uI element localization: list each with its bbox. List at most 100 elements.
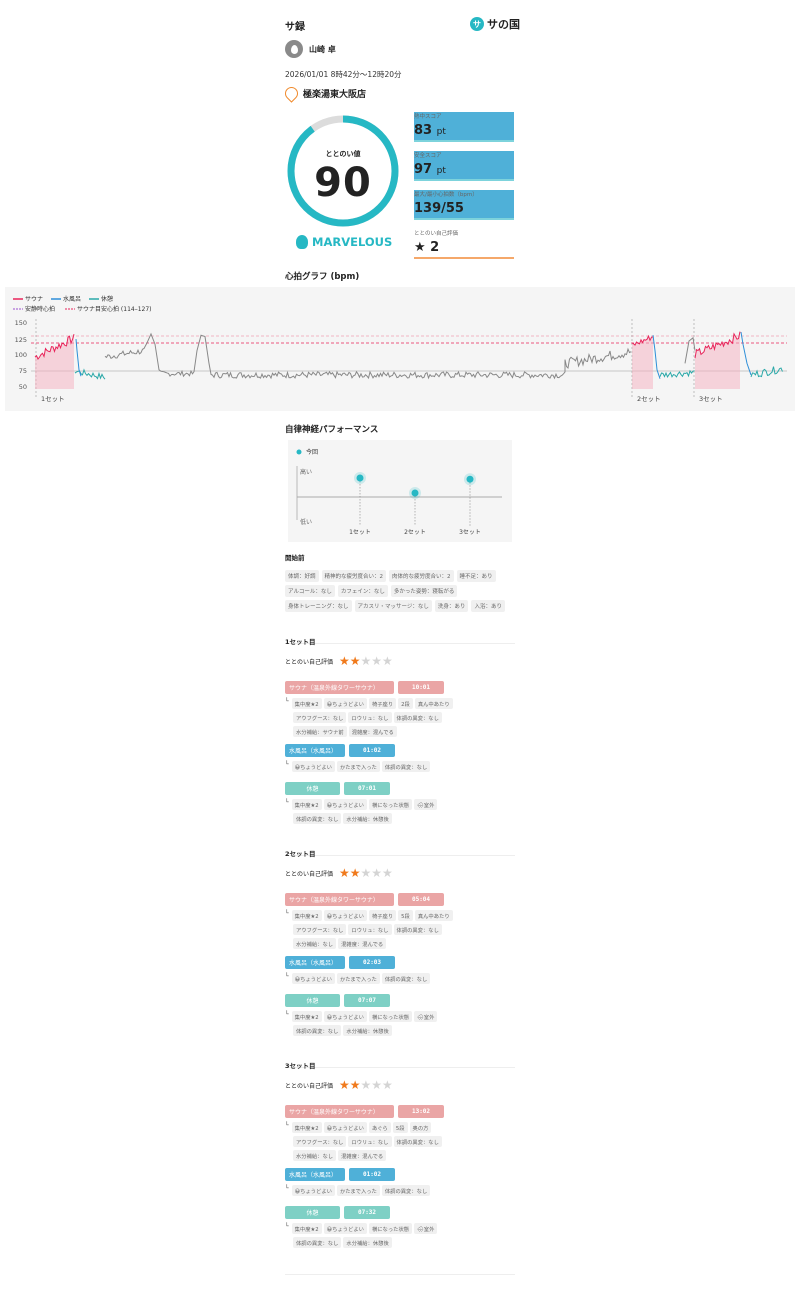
- condition-chip: 多かった姿勢：寝転がる: [390, 585, 458, 597]
- detail-chip: 😀ちょうどよい: [323, 1122, 367, 1133]
- score-self-rating: ととのい自己評価 ★ 2: [414, 229, 514, 259]
- set-label: 1セット: [41, 395, 65, 403]
- branch-icon: └: [285, 1122, 289, 1129]
- detail-chip: アウフグース：なし: [293, 924, 347, 935]
- sauna-time: 05:04: [398, 893, 444, 906]
- detail-chip: 😀ちょうどよい: [323, 1011, 367, 1022]
- anp-title: 自律神経パフォーマンス: [285, 425, 379, 435]
- brand-name: サの国: [487, 18, 520, 31]
- location-pin-icon: [282, 84, 301, 103]
- water-tag[interactable]: 水風呂（水風呂）: [285, 744, 345, 757]
- detail-chip: 体調の異変：なし: [293, 813, 342, 824]
- rest-time: 07:01: [344, 782, 390, 795]
- detail-chip: 体調の異変：なし: [393, 1136, 442, 1147]
- activity-details: └ 集中度★2 😀ちょうどよい 椅子座り 2段 真ん中あたり アウフグース：なし ロウリュ：な…: [285, 698, 517, 740]
- star-rating: ★★★★★: [339, 654, 393, 668]
- y-tick: 75: [19, 367, 27, 375]
- detail-chip: アウフグース：なし: [293, 1136, 347, 1147]
- detail-chip: 😀ちょうどよい: [291, 761, 335, 772]
- detail-chip: 2段: [398, 698, 413, 709]
- water-tag[interactable]: 水風呂（水風呂）: [285, 956, 345, 969]
- detail-chip: 体調の異変：なし: [293, 1237, 342, 1248]
- score-netchu: 熱中スコア 83 pt: [414, 112, 514, 142]
- set-title: 1セット目: [285, 638, 316, 646]
- score-value: ★ 2: [414, 240, 440, 255]
- detail-chip: 😀ちょうどよい: [323, 799, 367, 810]
- legend-water: 水風呂: [63, 295, 81, 303]
- sauna-tag[interactable]: サウナ（温泉外線タワーサウナ）: [285, 681, 394, 694]
- user-info: 山崎 卓: [285, 40, 513, 58]
- totonoi-label: ととのい値: [325, 150, 361, 158]
- y-tick: 125: [15, 336, 27, 344]
- rating-label: ととのい自己評価: [285, 659, 333, 666]
- detail-chip: 水分補給：休憩後: [343, 813, 392, 824]
- condition-chip: アカスリ・マッサージ：なし: [354, 600, 432, 612]
- avatar[interactable]: [285, 40, 303, 58]
- divider: [285, 643, 515, 644]
- drop-icon: サ: [470, 17, 484, 31]
- branch-icon: └: [285, 799, 289, 806]
- detail-chip: かたまで入った: [336, 1185, 380, 1196]
- detail-chip: 真ん中あたり: [414, 698, 453, 709]
- water-trace: [75, 339, 82, 377]
- score-label: ととのい自己評価: [414, 231, 458, 237]
- sauna-tag[interactable]: サウナ（温泉外線タワーサウナ）: [285, 1105, 394, 1118]
- branch-icon: └: [285, 761, 289, 768]
- rating-label: ととのい自己評価: [285, 1083, 333, 1090]
- set-title: 2セット目: [285, 850, 316, 858]
- condition-chip: アルコール：なし: [285, 585, 335, 597]
- star-icon: ★: [349, 866, 361, 880]
- detail-chip: 水分補給：休憩後: [343, 1237, 392, 1248]
- score-safety: 安全スコア 97 pt: [414, 151, 514, 181]
- detail-chip: 😀ちょうどよい: [323, 910, 367, 921]
- star-icon: ★: [338, 866, 350, 880]
- detail-chip: 5段: [398, 910, 413, 921]
- detail-chip: アウフグース：なし: [293, 712, 347, 723]
- detail-chip: 😀ちょうどよい: [291, 973, 335, 984]
- sauna-time: 13:02: [398, 1105, 444, 1118]
- anp-x-label: 3セット: [459, 529, 481, 536]
- brand-logo[interactable]: サ サの国: [470, 16, 520, 32]
- water-trace: [740, 331, 752, 376]
- detail-chip: 水分補給：休憩後: [343, 1025, 392, 1036]
- divider: [285, 1274, 515, 1275]
- star-icon: ★: [371, 1078, 383, 1092]
- legend-target-hr: サウナ目安心拍 (114–127): [77, 305, 152, 313]
- branch-icon: └: [285, 1185, 289, 1192]
- branch-icon: └: [285, 1011, 289, 1018]
- detail-chip: ロウリュ：なし: [348, 712, 392, 723]
- condition-chip: カフェイン：なし: [337, 585, 388, 597]
- branch-icon: └: [285, 973, 289, 980]
- detail-chip: 椅子座り: [368, 910, 397, 921]
- detail-chip: 水分補給：なし: [293, 1150, 337, 1161]
- condition-chip: 入浴：あり: [471, 600, 505, 612]
- hr-graph: サウナ 水風呂 休憩 安静時心拍 サウナ目安心拍 (114–127) 150 1…: [13, 295, 787, 403]
- detail-chip: 水分補給：サウナ前: [293, 726, 347, 737]
- detail-chip: 真ん中あたり: [414, 910, 453, 921]
- score-label: 熱中スコア: [414, 114, 442, 120]
- rank-text: MARVELOUS: [312, 235, 393, 249]
- activity-details: └ 集中度★2 😀ちょうどよい 横になった状態 🌧室外 体調の異変：なし 水分補給：休憩後: [285, 1011, 517, 1039]
- anp-point: [411, 489, 419, 497]
- detail-chip: ロウリュ：なし: [348, 924, 392, 935]
- hr-series: [34, 331, 783, 389]
- detail-chip: 集中度★2: [291, 910, 322, 921]
- rest-tag[interactable]: 休憩: [285, 994, 340, 1007]
- sauna-tag[interactable]: サウナ（温泉外線タワーサウナ）: [285, 893, 394, 906]
- detail-chip: 体調の異変：なし: [293, 1025, 342, 1036]
- water-tag[interactable]: 水風呂（水風呂）: [285, 1168, 345, 1181]
- detail-chip: 混雑度：混んでる: [338, 938, 387, 949]
- anp-x-label: 1セット: [349, 529, 371, 536]
- branch-icon: └: [285, 910, 289, 917]
- detail-chip: 🌧室外: [414, 1011, 438, 1022]
- self-rating: ととのい自己評価 ★★★★★: [285, 1078, 393, 1092]
- rest-tag[interactable]: 休憩: [285, 1206, 340, 1219]
- visit-datetime: 2026/01/01 8時42分〜12時20分: [285, 70, 402, 79]
- activity-details: └ 😀ちょうどよい かたまで入った 体調の異変：なし: [285, 761, 517, 775]
- facility[interactable]: 極楽湯東大阪店: [282, 84, 513, 103]
- star-icon: ★: [382, 866, 393, 880]
- condition-chip: 体調：好調: [285, 570, 319, 582]
- rest-tag[interactable]: 休憩: [285, 782, 340, 795]
- detail-chip: 🌧室外: [414, 799, 438, 810]
- star-icon: ★: [360, 654, 372, 668]
